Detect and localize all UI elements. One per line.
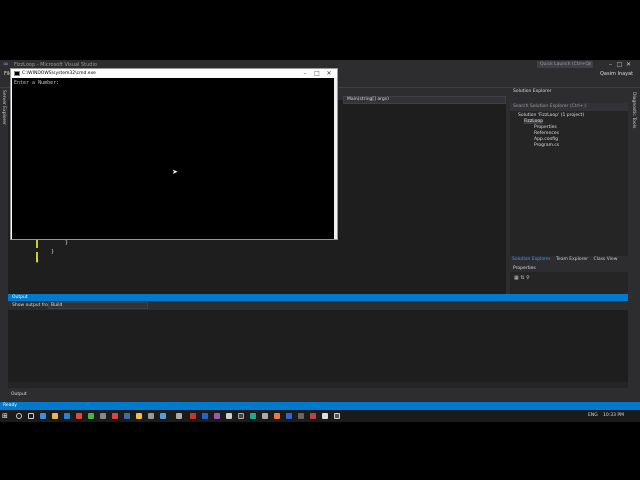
app-icon[interactable] bbox=[262, 413, 268, 419]
quick-launch-placeholder: Quick Launch (Ctrl+Q) bbox=[540, 62, 591, 67]
solution-explorer-toolbar bbox=[510, 95, 628, 103]
app-icon[interactable] bbox=[274, 413, 280, 419]
app-icon[interactable] bbox=[190, 413, 196, 419]
language-indicator[interactable]: ENG bbox=[588, 413, 598, 418]
properties-header: Properties bbox=[510, 265, 628, 272]
right-side-tab[interactable]: Diagnostic Tools bbox=[628, 88, 640, 294]
output-panel: Output Show output from: Build bbox=[8, 294, 628, 388]
desktop: ∞ FizzLoop - Microsoft Visual Studio Qui… bbox=[0, 60, 640, 422]
task-view-icon[interactable] bbox=[28, 413, 34, 419]
status-bar: Ready bbox=[0, 402, 640, 410]
app-icon[interactable] bbox=[148, 413, 154, 419]
properties-panel: Properties ▦ ⇅ ⚲ bbox=[510, 265, 628, 294]
console-body[interactable]: Enter a Number: ➤ bbox=[12, 78, 336, 239]
categorized-icon[interactable]: ▦ bbox=[514, 275, 519, 281]
output-toolbar: Show output from: Build bbox=[8, 301, 628, 310]
bottom-tab-strip: Output bbox=[0, 390, 640, 398]
file-explorer-icon[interactable] bbox=[52, 413, 58, 419]
app-icon[interactable] bbox=[112, 413, 118, 419]
member-navigation-dropdown[interactable]: Main(string[] args) bbox=[343, 96, 506, 104]
tree-item-program-cs[interactable]: Program.cs bbox=[534, 143, 559, 148]
code-line[interactable]: } bbox=[51, 249, 54, 255]
app-icon[interactable] bbox=[334, 413, 340, 419]
search-icon: ⌕ bbox=[588, 62, 591, 67]
tab-class-view[interactable]: Class View bbox=[591, 256, 619, 263]
visual-studio-taskbar-icon[interactable] bbox=[214, 413, 220, 419]
app-icon[interactable] bbox=[286, 413, 292, 419]
app-icon[interactable] bbox=[76, 413, 82, 419]
tree-item-project[interactable]: FizzLoop bbox=[524, 119, 544, 124]
clock[interactable]: 10:33 PM bbox=[603, 413, 624, 418]
taskbar: ⊞ ENG 10:33 PM bbox=[0, 410, 640, 422]
app-icon[interactable] bbox=[298, 413, 304, 419]
status-text: Ready bbox=[3, 403, 17, 408]
output-header: Output bbox=[8, 294, 628, 301]
solution-explorer-search-input[interactable]: Search Solution Explorer (Ctrl+;) bbox=[510, 103, 628, 111]
output-text-area[interactable] bbox=[8, 310, 628, 382]
chrome-icon[interactable] bbox=[88, 413, 94, 419]
app-icon[interactable] bbox=[226, 413, 232, 419]
mouse-pointer-icon: ➤ bbox=[172, 168, 178, 176]
tab-solution-explorer[interactable]: Solution Explorer bbox=[510, 256, 553, 263]
app-icon[interactable] bbox=[202, 413, 208, 419]
tree-item-properties[interactable]: Properties bbox=[534, 125, 557, 130]
app-icon[interactable] bbox=[176, 413, 182, 419]
user-name[interactable]: Qasim Inayat bbox=[600, 71, 633, 77]
server-explorer-tab[interactable]: Server Explorer bbox=[1, 90, 6, 125]
app-icon[interactable] bbox=[310, 413, 316, 419]
screen: ∞ FizzLoop - Microsoft Visual Studio Qui… bbox=[0, 0, 640, 480]
console-title: C:\WINDOWS\system32\cmd.exe bbox=[22, 71, 96, 76]
tab-output[interactable]: Output bbox=[11, 392, 27, 397]
tab-team-explorer[interactable]: Team Explorer bbox=[554, 256, 590, 263]
console-title-bar[interactable]: C:\WINDOWS\system32\cmd.exe – □ ✕ bbox=[11, 69, 337, 78]
edge-icon[interactable] bbox=[40, 413, 46, 419]
console-close-button[interactable]: ✕ bbox=[323, 69, 335, 78]
cmd-icon bbox=[14, 71, 20, 76]
visual-studio-logo-icon: ∞ bbox=[3, 60, 9, 68]
tree-item-solution[interactable]: Solution 'FizzLoop' (1 project) bbox=[518, 113, 584, 118]
property-pages-icon[interactable]: ⚲ bbox=[526, 275, 530, 281]
console-window-controls: – □ ✕ bbox=[299, 69, 335, 78]
solution-explorer-tabs: Solution Explorer Team Explorer Class Vi… bbox=[510, 256, 628, 263]
app-icon[interactable] bbox=[136, 413, 142, 419]
search-icon[interactable] bbox=[16, 413, 22, 419]
properties-toolbar: ▦ ⇅ ⚲ bbox=[514, 275, 530, 281]
close-button[interactable]: ✕ bbox=[624, 61, 633, 68]
app-icon[interactable] bbox=[250, 413, 256, 419]
maximize-button[interactable]: □ bbox=[615, 61, 624, 68]
app-icon[interactable] bbox=[322, 413, 328, 419]
window-controls: – □ ✕ bbox=[606, 61, 636, 68]
minimize-button[interactable]: – bbox=[606, 61, 615, 68]
quick-launch-input[interactable]: Quick Launch (Ctrl+Q) ⌕ bbox=[537, 61, 593, 68]
console-scrollbar[interactable] bbox=[334, 78, 337, 239]
store-icon[interactable] bbox=[64, 413, 70, 419]
output-source-dropdown[interactable]: Build bbox=[48, 302, 148, 309]
diagnostic-tools-tab[interactable]: Diagnostic Tools bbox=[631, 92, 636, 128]
cmd-taskbar-icon[interactable] bbox=[238, 413, 244, 419]
app-icon[interactable] bbox=[160, 413, 166, 419]
console-minimize-button[interactable]: – bbox=[299, 69, 311, 78]
app-icon[interactable] bbox=[124, 413, 130, 419]
tree-item-app-config[interactable]: App.config bbox=[534, 137, 558, 142]
code-line[interactable]: } bbox=[36, 258, 39, 264]
code-line[interactable]: } bbox=[65, 240, 68, 246]
solution-explorer-header: Solution Explorer bbox=[510, 88, 628, 95]
console-window[interactable]: C:\WINDOWS\system32\cmd.exe – □ ✕ Enter a … bbox=[10, 68, 338, 240]
solution-explorer-panel: Solution Explorer Search Solution Explor… bbox=[510, 88, 628, 263]
alphabetical-icon[interactable]: ⇅ bbox=[520, 275, 524, 281]
windows-start-icon[interactable]: ⊞ bbox=[2, 412, 10, 420]
console-maximize-button[interactable]: □ bbox=[311, 69, 323, 78]
left-side-tab[interactable]: Server Explorer bbox=[0, 88, 8, 294]
console-output: Enter a Number: bbox=[14, 80, 60, 86]
app-icon[interactable] bbox=[100, 413, 106, 419]
tree-item-references[interactable]: References bbox=[534, 131, 559, 136]
